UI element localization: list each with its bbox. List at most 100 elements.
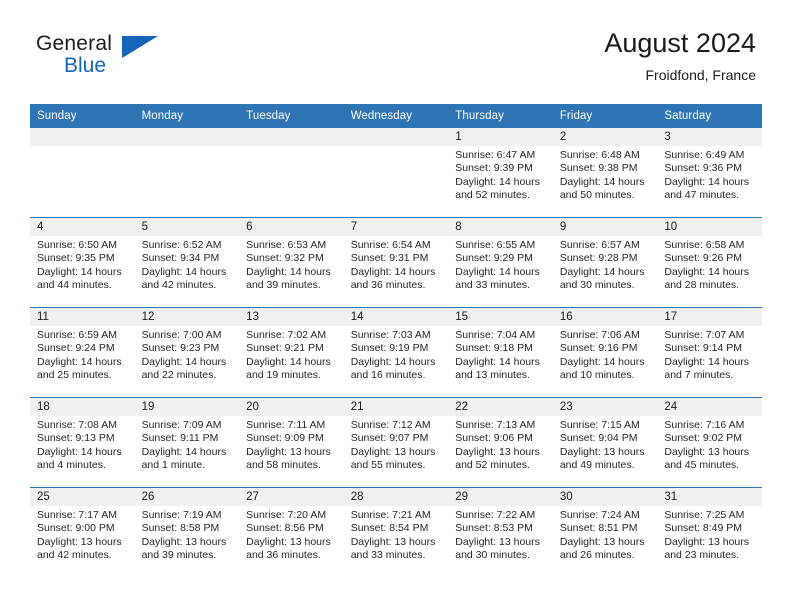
day-number: 31 <box>657 488 762 506</box>
day-details: Sunrise: 6:47 AM Sunset: 9:39 PM Daylight:… <box>448 146 553 202</box>
calendar-day-cell[interactable]: 23 Sunrise: 7:15 AM Sunset: 9:04 PM Dayligh… <box>552 397 658 488</box>
day-details: Sunrise: 7:11 AM Sunset: 9:09 PM Daylight:… <box>239 416 344 472</box>
calendar-day-cell[interactable]: 1 Sunrise: 6:47 AM Sunset: 9:39 PM Daylight… <box>448 128 553 218</box>
calendar-day-cell[interactable]: 15 Sunrise: 7:04 AM Sunset: 9:18 PM Dayligh… <box>448 307 553 398</box>
sunset-time: Sunset: 9:21 PM <box>246 342 324 355</box>
calendar-day-cell[interactable]: 13 Sunrise: 7:02 AM Sunset: 9:21 PM Dayligh… <box>239 307 344 398</box>
calendar-day-cell[interactable]: 6 Sunrise: 6:53 AM Sunset: 9:32 PM Daylight… <box>239 217 344 308</box>
sunrise-time: Sunrise: 6:50 AM <box>37 239 117 251</box>
calendar-day-cell[interactable]: 3 Sunrise: 6:49 AM Sunset: 9:36 PM Daylight… <box>657 128 762 218</box>
day-details: Sunrise: 7:20 AM Sunset: 8:56 PM Daylight:… <box>239 506 344 562</box>
sunset-time: Sunset: 9:14 PM <box>664 342 743 355</box>
calendar-day-cell[interactable]: 19 Sunrise: 7:09 AM Sunset: 9:11 PM Dayligh… <box>134 397 240 488</box>
day-cell-inner: 23 Sunrise: 7:15 AM Sunset: 9:04 PM Dayligh… <box>552 398 658 487</box>
day-details: Sunrise: 6:48 AM Sunset: 9:38 PM Daylight:… <box>553 146 658 202</box>
daylight-duration-line2: and 45 minutes. <box>664 458 740 471</box>
daylight-duration-line1: Daylight: 13 hours <box>246 535 331 548</box>
calendar-page: General Blue August 2024 Froidfond, Fran… <box>0 0 792 612</box>
day-cell-inner <box>239 128 344 217</box>
calendar-day-cell[interactable]: 24 Sunrise: 7:16 AM Sunset: 9:02 PM Dayligh… <box>657 397 762 488</box>
page-title: August 2024 <box>604 28 756 58</box>
weekday-header-tuesday: Tuesday <box>239 104 344 128</box>
day-number <box>134 128 240 146</box>
calendar-day-cell[interactable]: 30 Sunrise: 7:24 AM Sunset: 8:51 PM Dayligh… <box>552 487 658 577</box>
day-details: Sunrise: 7:15 AM Sunset: 9:04 PM Daylight:… <box>553 416 658 472</box>
daylight-duration-line1: Daylight: 14 hours <box>455 175 540 188</box>
day-number: 6 <box>239 218 344 236</box>
sunrise-time: Sunrise: 6:53 AM <box>246 239 327 251</box>
calendar-day-cell[interactable]: 25 Sunrise: 7:17 AM Sunset: 9:00 PM Dayligh… <box>30 487 135 577</box>
calendar-day-cell[interactable]: 18 Sunrise: 7:08 AM Sunset: 9:13 PM Dayligh… <box>30 397 135 488</box>
sunset-time: Sunset: 9:04 PM <box>559 432 638 445</box>
calendar-day-cell[interactable]: 14 Sunrise: 7:03 AM Sunset: 9:19 PM Dayligh… <box>343 307 449 398</box>
day-cell-inner: 25 Sunrise: 7:17 AM Sunset: 9:00 PM Dayligh… <box>30 488 135 577</box>
calendar-day-cell[interactable]: 22 Sunrise: 7:13 AM Sunset: 9:06 PM Dayligh… <box>448 397 553 488</box>
day-cell-inner: 19 Sunrise: 7:09 AM Sunset: 9:11 PM Dayligh… <box>134 398 240 487</box>
day-number: 10 <box>657 218 762 236</box>
calendar-day-cell[interactable]: 20 Sunrise: 7:11 AM Sunset: 9:09 PM Dayligh… <box>239 397 344 488</box>
day-cell-inner: 31 Sunrise: 7:25 AM Sunset: 8:49 PM Dayligh… <box>657 488 762 577</box>
daylight-duration-line2: and 33 minutes. <box>455 278 530 291</box>
day-cell-inner: 28 Sunrise: 7:21 AM Sunset: 8:54 PM Dayligh… <box>343 488 449 577</box>
day-number: 26 <box>134 488 240 506</box>
calendar-day-cell[interactable]: 17 Sunrise: 7:07 AM Sunset: 9:14 PM Dayligh… <box>657 307 762 398</box>
calendar-day-cell[interactable]: 10 Sunrise: 6:58 AM Sunset: 9:26 PM Dayligh… <box>657 217 762 308</box>
daylight-duration-line2: and 55 minutes. <box>350 458 426 471</box>
calendar-grid: Sunday Monday Tuesday Wednesday Thursday… <box>30 104 762 577</box>
general-blue-logo[interactable]: General Blue <box>36 32 256 92</box>
daylight-duration-line1: Daylight: 13 hours <box>559 445 645 458</box>
calendar-day-cell[interactable]: 27 Sunrise: 7:20 AM Sunset: 8:56 PM Dayligh… <box>239 487 344 577</box>
calendar-day-cell[interactable]: 5 Sunrise: 6:52 AM Sunset: 9:34 PM Daylight… <box>134 217 240 308</box>
calendar-day-cell[interactable]: 9 Sunrise: 6:57 AM Sunset: 9:28 PM Daylight… <box>552 217 658 308</box>
daylight-duration-line1: Daylight: 14 hours <box>246 265 331 278</box>
calendar-week-row: 11 Sunrise: 6:59 AM Sunset: 9:24 PM Dayligh… <box>30 307 762 398</box>
sunset-time: Sunset: 9:23 PM <box>141 342 220 355</box>
daylight-duration-line2: and 50 minutes. <box>559 188 635 201</box>
sunrise-time: Sunrise: 7:07 AM <box>664 329 745 341</box>
calendar-day-cell[interactable]: 12 Sunrise: 7:00 AM Sunset: 9:23 PM Dayligh… <box>134 307 240 398</box>
calendar-table: Sunday Monday Tuesday Wednesday Thursday… <box>30 104 762 577</box>
day-details: Sunrise: 6:57 AM Sunset: 9:28 PM Daylight:… <box>553 236 658 292</box>
day-details: Sunrise: 6:58 AM Sunset: 9:26 PM Daylight:… <box>657 236 762 292</box>
daylight-duration-line2: and 30 minutes. <box>559 278 635 291</box>
weekday-header-thursday: Thursday <box>448 104 553 128</box>
day-cell-inner: 6 Sunrise: 6:53 AM Sunset: 9:32 PM Daylight… <box>239 218 344 307</box>
day-cell-inner: 4 Sunrise: 6:50 AM Sunset: 9:35 PM Daylight… <box>30 218 135 307</box>
weekday-header-sunday: Sunday <box>30 104 135 128</box>
day-number: 27 <box>239 488 344 506</box>
calendar-day-cell[interactable]: 16 Sunrise: 7:06 AM Sunset: 9:16 PM Dayligh… <box>552 307 658 398</box>
calendar-day-cell[interactable]: 2 Sunrise: 6:48 AM Sunset: 9:38 PM Daylight… <box>552 128 658 218</box>
triangle-flag-icon <box>122 36 158 58</box>
day-number: 25 <box>30 488 135 506</box>
day-details: Sunrise: 7:24 AM Sunset: 8:51 PM Daylight:… <box>553 506 658 562</box>
calendar-day-cell[interactable]: 8 Sunrise: 6:55 AM Sunset: 9:29 PM Daylight… <box>448 217 553 308</box>
calendar-cell-empty <box>134 128 240 218</box>
calendar-day-cell[interactable]: 4 Sunrise: 6:50 AM Sunset: 9:35 PM Daylight… <box>30 217 135 308</box>
day-number: 19 <box>134 398 240 416</box>
daylight-duration-line1: Daylight: 13 hours <box>141 535 227 548</box>
sunrise-time: Sunrise: 6:57 AM <box>559 239 640 251</box>
sunrise-time: Sunrise: 7:00 AM <box>141 329 222 341</box>
calendar-day-cell[interactable]: 29 Sunrise: 7:22 AM Sunset: 8:53 PM Dayligh… <box>448 487 553 577</box>
sunset-time: Sunset: 9:29 PM <box>455 252 533 265</box>
daylight-duration-line2: and 26 minutes. <box>559 548 635 561</box>
calendar-day-cell[interactable]: 26 Sunrise: 7:19 AM Sunset: 8:58 PM Dayligh… <box>134 487 240 577</box>
calendar-day-cell[interactable]: 11 Sunrise: 6:59 AM Sunset: 9:24 PM Dayligh… <box>30 307 135 398</box>
day-details: Sunrise: 7:19 AM Sunset: 8:58 PM Daylight:… <box>135 506 240 562</box>
daylight-duration-line2: and 23 minutes. <box>664 548 740 561</box>
calendar-day-cell[interactable]: 21 Sunrise: 7:12 AM Sunset: 9:07 PM Dayligh… <box>343 397 449 488</box>
sunrise-time: Sunrise: 7:19 AM <box>141 509 222 521</box>
sunset-time: Sunset: 9:02 PM <box>664 432 743 445</box>
daylight-duration-line1: Daylight: 14 hours <box>246 355 331 368</box>
daylight-duration-line2: and 42 minutes. <box>141 278 217 291</box>
day-cell-inner <box>343 128 449 217</box>
daylight-duration-line1: Daylight: 14 hours <box>141 265 227 278</box>
day-number: 24 <box>657 398 762 416</box>
calendar-day-cell[interactable]: 7 Sunrise: 6:54 AM Sunset: 9:31 PM Daylight… <box>343 217 449 308</box>
day-number: 13 <box>239 308 344 326</box>
page-subtitle: Froidfond, France <box>645 67 757 83</box>
calendar-day-cell[interactable]: 31 Sunrise: 7:25 AM Sunset: 8:49 PM Dayligh… <box>657 487 762 577</box>
calendar-day-cell[interactable]: 28 Sunrise: 7:21 AM Sunset: 8:54 PM Dayligh… <box>343 487 449 577</box>
daylight-duration-line1: Daylight: 14 hours <box>559 175 645 188</box>
day-cell-inner: 5 Sunrise: 6:52 AM Sunset: 9:34 PM Daylight… <box>134 218 240 307</box>
